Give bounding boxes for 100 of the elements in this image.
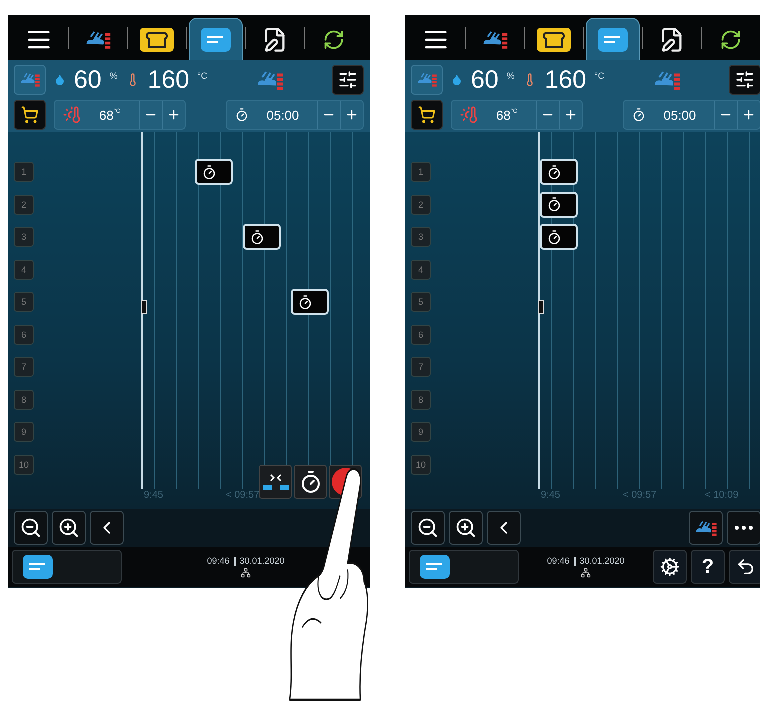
plus-icon [345, 108, 360, 122]
time-label: 9:45 [144, 490, 164, 501]
sliders-icon [735, 70, 755, 90]
timer-icon [298, 294, 313, 310]
rack-number: 1 [411, 162, 431, 182]
rack-number: 1 [14, 162, 34, 182]
steam-icon [19, 72, 41, 88]
zoom-in-button[interactable] [52, 511, 86, 545]
humidity-unit: % [110, 71, 118, 81]
timer-icon [202, 164, 217, 180]
jump-to-start-button[interactable] [90, 511, 124, 545]
bread-icon [537, 28, 571, 52]
timer-tile[interactable] [291, 289, 329, 315]
timer-tile[interactable] [540, 224, 578, 250]
zoom-in-icon [455, 517, 477, 539]
timer-icon [547, 197, 562, 212]
steam-icon [481, 30, 509, 50]
refresh-icon [720, 29, 742, 51]
now-handle[interactable] [538, 300, 544, 314]
zoom-out-icon [417, 517, 439, 539]
rack-number: 7 [411, 357, 431, 377]
steam-button[interactable] [689, 511, 723, 545]
cart-icon [418, 106, 436, 124]
rack-number: 10 [411, 454, 431, 474]
zoom-out-button[interactable] [411, 511, 445, 545]
timer-button[interactable] [294, 465, 327, 499]
timer-tile[interactable] [195, 159, 233, 185]
program-tray[interactable] [12, 550, 122, 584]
steam-icon [416, 72, 438, 88]
settings-button[interactable] [653, 550, 687, 584]
humidity-value: 60 [74, 66, 102, 94]
temperature-unit: °C [198, 71, 208, 81]
jump-to-start-button[interactable] [487, 511, 521, 545]
rack-number: 10 [14, 454, 34, 474]
timer-tile[interactable] [243, 224, 281, 250]
tab[interactable] [586, 18, 640, 60]
timer-tile[interactable] [540, 192, 578, 218]
refresh-icon [323, 29, 345, 51]
timer-icon [235, 108, 249, 122]
humidity-value: 60 [471, 66, 499, 94]
rack-number: 8 [14, 390, 34, 410]
timer-icon [547, 164, 562, 180]
clock-time: 09:46 [207, 556, 230, 566]
bread-icon [140, 28, 174, 52]
timer-icon [632, 108, 646, 122]
planner-icon [598, 28, 628, 52]
timer-tile[interactable] [540, 159, 578, 185]
steam-icon [694, 520, 718, 536]
time-label: < 10:09 [705, 490, 739, 501]
clock-time: 09:46 [547, 556, 570, 566]
rack-number: 3 [14, 227, 34, 247]
sliders-icon [338, 70, 358, 90]
merge-button[interactable] [259, 465, 292, 499]
planner-icon [201, 28, 231, 52]
zoom-out-button[interactable] [14, 511, 48, 545]
now-handle[interactable] [141, 300, 147, 314]
network-icon [581, 568, 591, 578]
sliders-button[interactable] [332, 65, 364, 95]
temperature-value: 160 [544, 66, 587, 94]
humidity-icon [54, 74, 66, 86]
plus-icon [742, 108, 756, 122]
rack-number: 2 [14, 194, 34, 214]
zoom-in-button[interactable] [449, 511, 483, 545]
network-icon [241, 568, 251, 578]
rack-number: 4 [411, 260, 431, 280]
more-button[interactable] [727, 511, 760, 545]
core-temperature-value: 68 [496, 108, 511, 122]
planner-icon [420, 555, 450, 579]
cart-button[interactable] [411, 100, 443, 130]
rack-number: 4 [14, 260, 34, 280]
zoom-out-icon [20, 517, 42, 539]
cart-icon [21, 106, 39, 124]
rack-number: 6 [411, 324, 431, 344]
timer-value: 05:00 [664, 108, 696, 122]
zoom-in-icon [58, 517, 80, 539]
plus-icon [564, 108, 578, 122]
settings-icon [660, 557, 680, 577]
back-button[interactable] [729, 550, 760, 584]
planner-icon [23, 555, 53, 579]
help-button[interactable]: ? [691, 550, 725, 584]
rack-number: 5 [411, 292, 431, 312]
rack-number: 2 [411, 194, 431, 214]
probe-icon [63, 106, 81, 124]
time-label: < 09:57 [623, 490, 657, 501]
timer-icon [250, 230, 265, 244]
tab[interactable] [189, 18, 243, 60]
timer-icon [547, 230, 562, 244]
sliders-button[interactable] [729, 65, 760, 95]
back-icon [736, 557, 756, 577]
program-tray[interactable] [409, 550, 519, 584]
humidity-unit: % [506, 71, 515, 81]
temperature-value: 160 [148, 66, 190, 94]
cart-button[interactable] [14, 100, 46, 130]
temperature-unit: °C [594, 71, 605, 81]
rack-number: 8 [411, 390, 431, 410]
more-icon [735, 526, 753, 530]
clock-date: 30.01.2020 [240, 556, 285, 566]
humidity-icon [451, 74, 463, 86]
time-label: < 09:57 [226, 490, 260, 501]
plus-icon [167, 108, 182, 122]
